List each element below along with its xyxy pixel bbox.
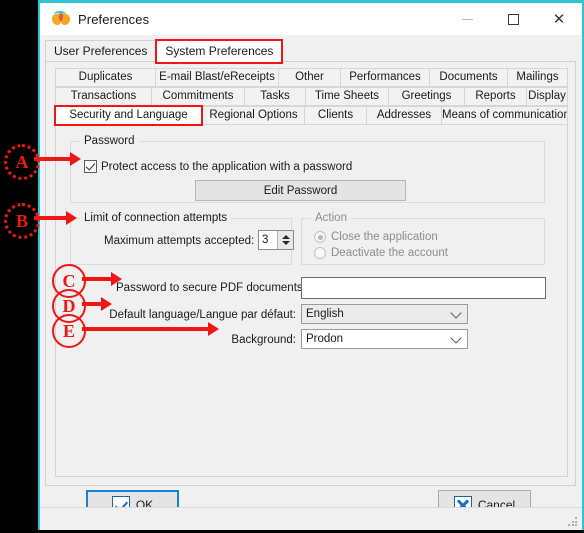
annotation-line-a xyxy=(34,157,74,161)
background-value: Prodon xyxy=(306,333,344,345)
protect-access-checkbox-row[interactable]: Protect access to the application with a… xyxy=(84,160,352,173)
tab-clients[interactable]: Clients xyxy=(304,106,366,125)
tab-mailings[interactable]: Mailings xyxy=(507,68,568,87)
default-language-label: Default language/Langue par défaut: xyxy=(109,309,296,321)
annotation-arrow-e xyxy=(208,322,219,336)
tab-other[interactable]: Other xyxy=(278,68,340,87)
radio-deactivate-account-row[interactable]: Deactivate the account xyxy=(314,247,448,259)
tab-system-preferences[interactable]: System Preferences xyxy=(155,39,284,64)
tab-duplicates[interactable]: Duplicates xyxy=(55,68,155,87)
preferences-window: Preferences ✕ User Preferences System Pr… xyxy=(38,0,584,530)
tab-tasks[interactable]: Tasks xyxy=(244,87,305,106)
radio-deactivate-account-label: Deactivate the account xyxy=(331,247,448,259)
max-attempts-stepper[interactable]: 3 xyxy=(258,230,294,250)
annotation-arrow-b xyxy=(66,211,77,225)
password-group-label: Password xyxy=(80,135,139,147)
tab-time-sheets[interactable]: Time Sheets xyxy=(305,87,388,106)
tab-performances[interactable]: Performances xyxy=(340,68,429,87)
pdf-password-input[interactable] xyxy=(301,277,546,299)
annotation-marker-b: B xyxy=(4,203,40,239)
tab-display[interactable]: Display xyxy=(526,87,568,106)
outer-tab-strip: User Preferences System Preferences xyxy=(45,39,284,64)
inner-tab-row-1: Duplicates E-mail Blast/eReceipts Other … xyxy=(55,68,568,87)
system-preferences-panel: Duplicates E-mail Blast/eReceipts Other … xyxy=(45,61,576,486)
chevron-down-icon[interactable] xyxy=(450,307,462,319)
annotation-arrow-c xyxy=(111,272,122,286)
tab-documents[interactable]: Documents xyxy=(429,68,507,87)
tab-greetings[interactable]: Greetings xyxy=(388,87,464,106)
security-and-language-pane: Password Protect access to the applicati… xyxy=(55,125,568,477)
annotation-arrow-d xyxy=(101,297,112,311)
radio-close-application-row[interactable]: Close the application xyxy=(314,231,438,243)
limit-connection-attempts-group: Limit of connection attempts Maximum att… xyxy=(70,212,294,265)
background-select[interactable]: Prodon xyxy=(301,329,468,349)
tab-email-blast-ereceipts[interactable]: E-mail Blast/eReceipts xyxy=(155,68,278,87)
window-controls: ✕ xyxy=(444,3,582,35)
annotation-line-e xyxy=(82,327,212,331)
tab-means-of-communication[interactable]: Means of communication xyxy=(441,106,568,125)
inner-tab-row-2: Transactions Commitments Tasks Time Shee… xyxy=(55,87,568,106)
window-titlebar: Preferences ✕ xyxy=(40,3,582,35)
resize-grip-icon[interactable] xyxy=(568,517,578,527)
annotation-marker-e: E xyxy=(52,314,86,348)
annotation-line-b xyxy=(34,216,70,220)
tab-reports[interactable]: Reports xyxy=(464,87,526,106)
action-group: Action Close the application Deactivate … xyxy=(301,212,545,265)
default-language-value: English xyxy=(306,308,344,320)
screenshot-root: Preferences ✕ User Preferences System Pr… xyxy=(0,0,584,533)
tab-commitments[interactable]: Commitments xyxy=(151,87,244,106)
stepper-arrows[interactable] xyxy=(277,231,293,249)
annotation-marker-a: A xyxy=(4,144,40,180)
pdf-password-label: Password to secure PDF documents: xyxy=(116,282,306,294)
radio-deactivate-account[interactable] xyxy=(314,247,326,259)
stepper-up-icon[interactable] xyxy=(281,235,290,239)
close-icon[interactable]: ✕ xyxy=(536,3,582,35)
inner-tab-strip: Duplicates E-mail Blast/eReceipts Other … xyxy=(54,68,568,126)
chevron-down-icon[interactable] xyxy=(450,332,462,344)
inner-tab-row-3: Security and Language Regional Options C… xyxy=(54,105,568,126)
password-group: Password Protect access to the applicati… xyxy=(70,135,545,203)
protect-access-checkbox[interactable] xyxy=(84,160,97,173)
radio-close-application[interactable] xyxy=(314,231,326,243)
annotation-arrow-a xyxy=(70,152,81,166)
maximize-icon[interactable] xyxy=(490,3,536,35)
default-language-select[interactable]: English xyxy=(301,304,468,324)
limit-group-label: Limit of connection attempts xyxy=(80,212,232,224)
tab-security-and-language[interactable]: Security and Language xyxy=(54,105,203,126)
max-attempts-label: Maximum attempts accepted: xyxy=(104,235,255,247)
minimize-icon[interactable] xyxy=(444,3,490,35)
window-title: Preferences xyxy=(78,11,150,27)
tab-transactions[interactable]: Transactions xyxy=(55,87,151,106)
stepper-down-icon[interactable] xyxy=(281,241,290,245)
tab-regional-options[interactable]: Regional Options xyxy=(202,106,304,125)
tab-addresses[interactable]: Addresses xyxy=(366,106,441,125)
edit-password-button[interactable]: Edit Password xyxy=(195,180,406,201)
protect-access-label: Protect access to the application with a… xyxy=(101,160,353,173)
butterfly-icon xyxy=(51,10,71,28)
max-attempts-value[interactable]: 3 xyxy=(259,231,277,249)
status-bar xyxy=(40,507,582,530)
tab-user-preferences[interactable]: User Preferences xyxy=(45,40,157,62)
radio-close-application-label: Close the application xyxy=(331,231,438,243)
action-group-label: Action xyxy=(311,212,351,224)
